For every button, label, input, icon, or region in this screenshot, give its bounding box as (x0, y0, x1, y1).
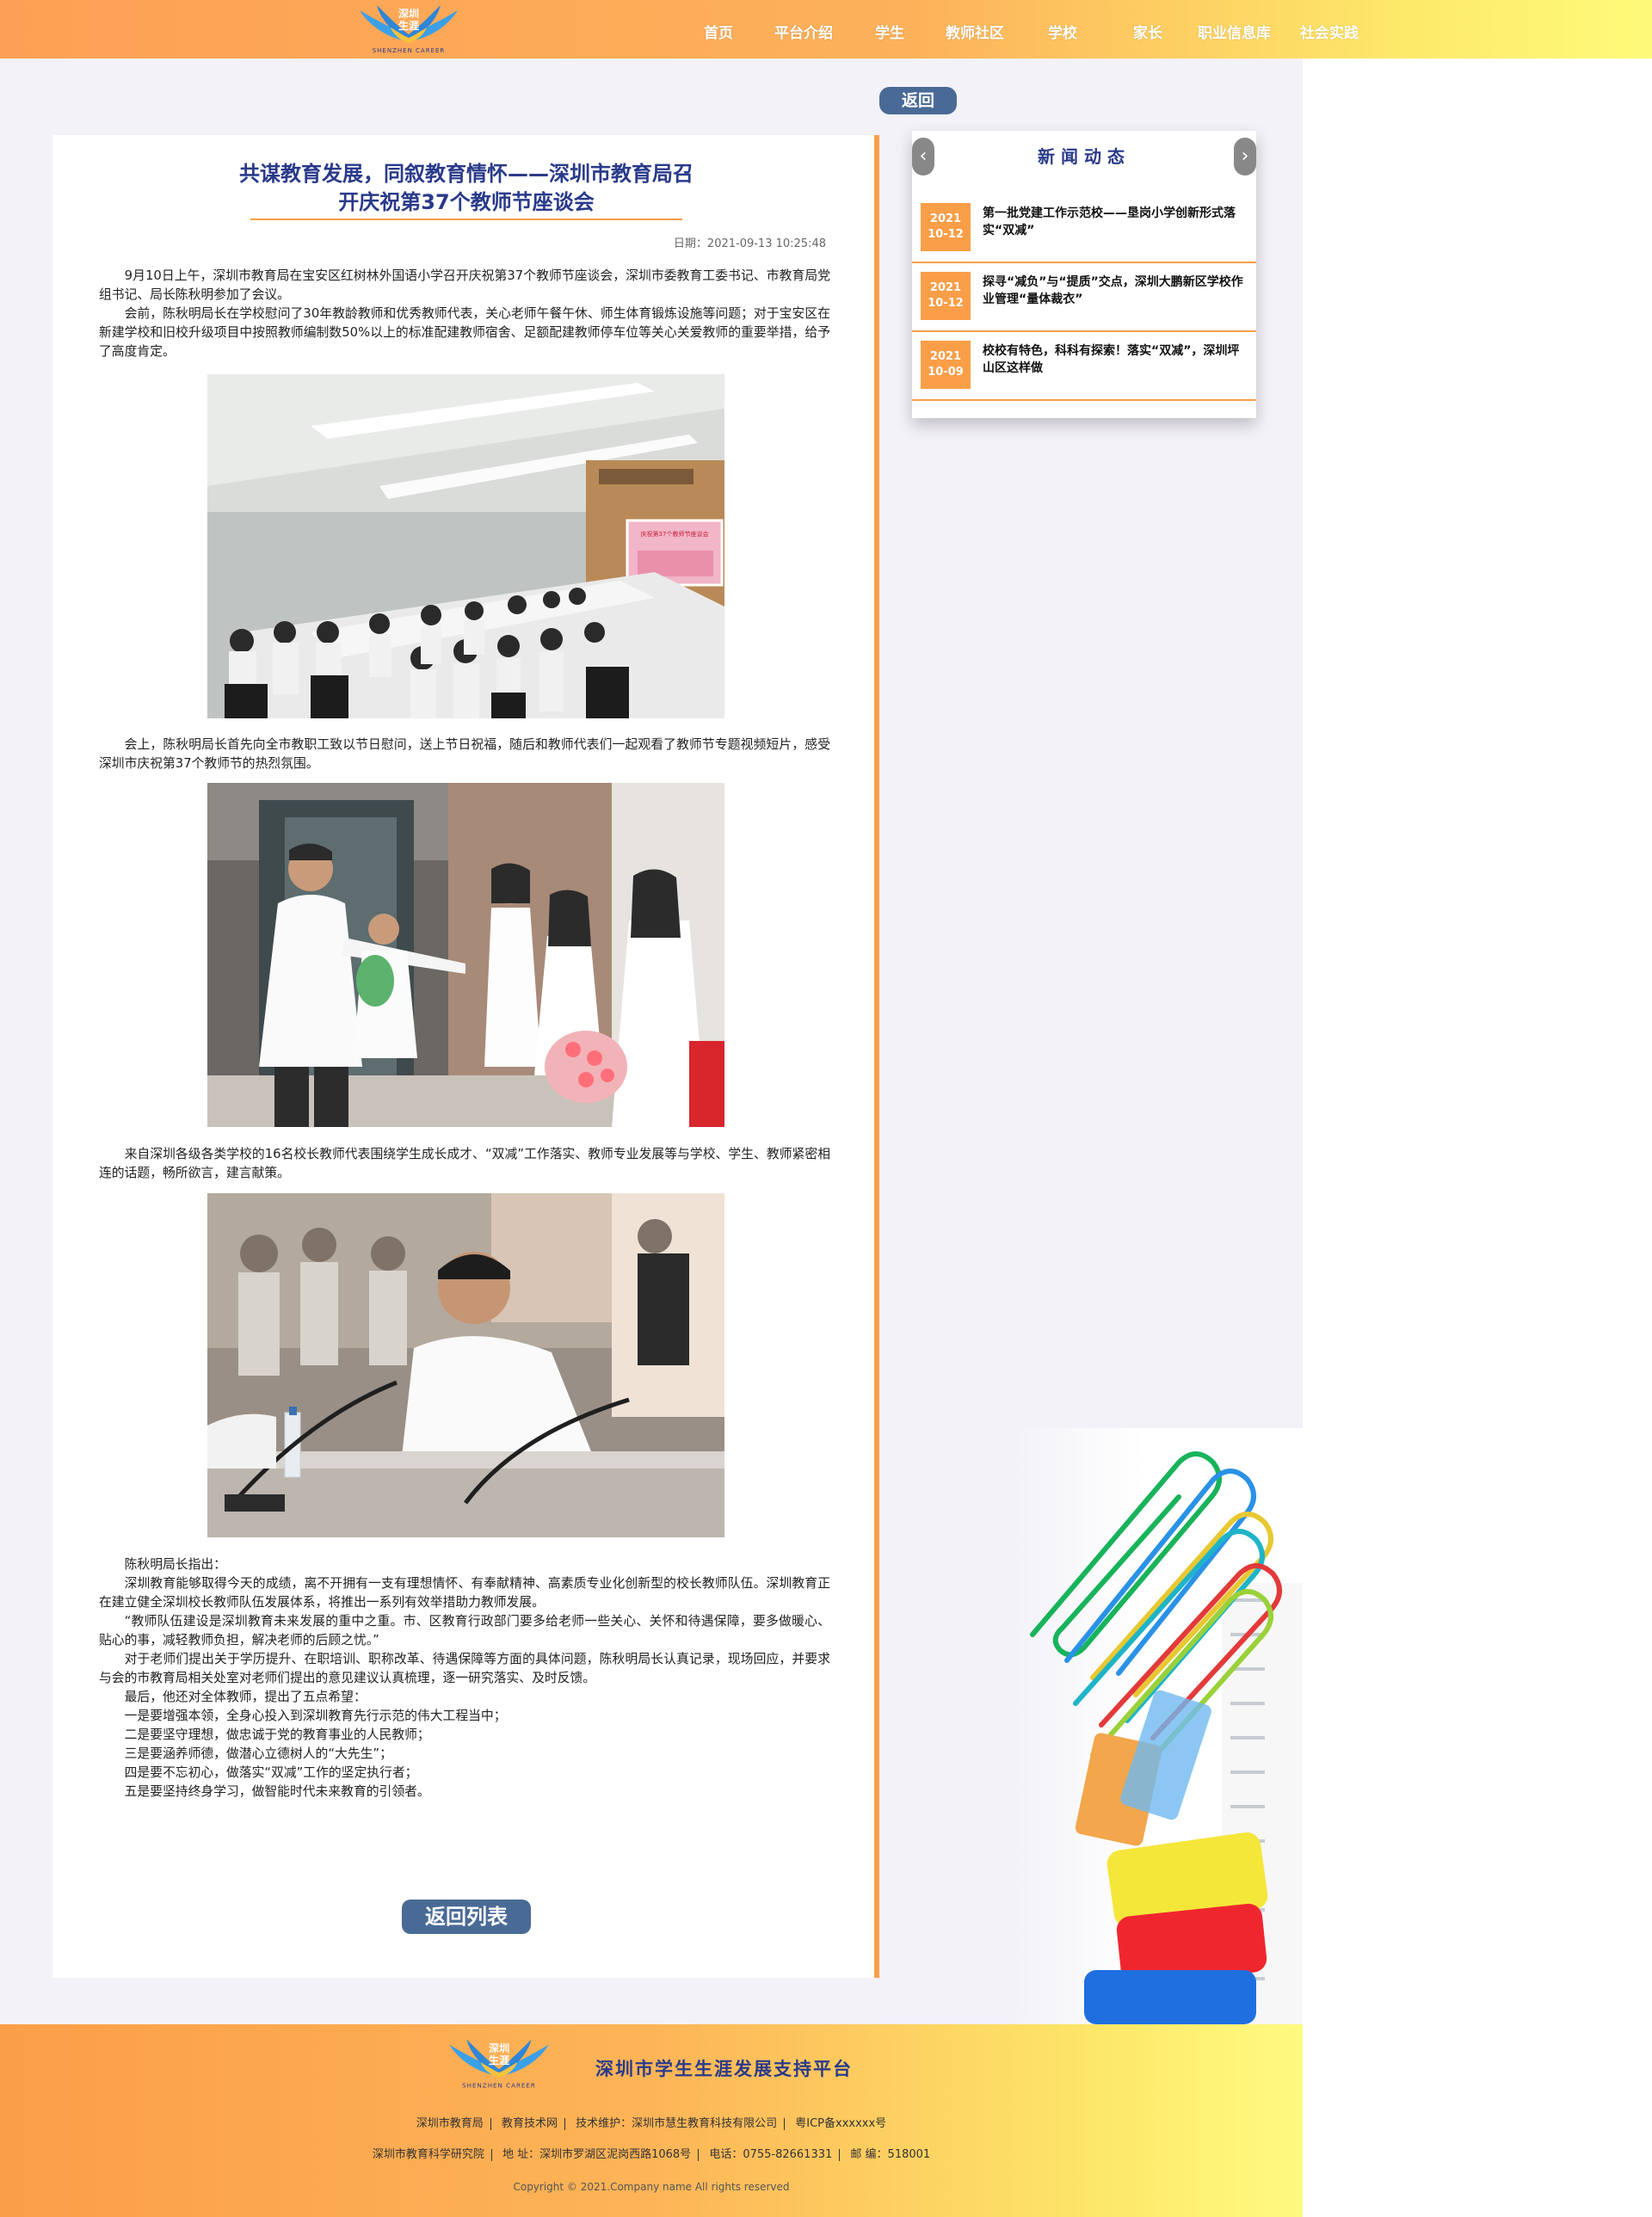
meeting-photo: 庆祝第37个教师节座谈会 (207, 374, 724, 718)
paragraph-text: 深圳教育能够取得今天的成绩，离不开拥有一支有理想情怀、有奉献精神、高素质专业化创… (99, 1576, 830, 1610)
nav-schools[interactable]: 学校 (1048, 21, 1077, 42)
news-year: 2021 (929, 350, 962, 363)
article-paragraph-1: 9月10日上午，深圳市教育局在宝安区红树林外国语小学召开庆祝第37个教师节座谈会… (99, 267, 830, 361)
article-paragraph-2: 会上，陈秋明局长首先向全市教职工致以节日慰问，送上节日祝福，随后和教师代表们一起… (99, 736, 830, 773)
footer-contact-row: 深圳市教育科学研究院 地 址：深圳市罗湖区泥岗西路1068号 电话：0755-8… (0, 2145, 1303, 2161)
news-headline: 校校有特色，科科有探索！落实“双减”，深圳坪山区这样做 (983, 344, 1240, 375)
news-month-day: 10-09 (928, 366, 964, 379)
site-footer: 深圳 生涯 SHENZHEN CAREER 深圳市学生生涯发展支持平台 深圳市教… (0, 2024, 1303, 2217)
top-navbar: 深圳 生涯 SHENZHEN CAREER 首页 平台介绍 学生 教师社区 学校… (0, 0, 1652, 59)
logo-subtitle: SHENZHEN CAREER (373, 47, 446, 54)
news-date-badge: 2021 10-12 (921, 272, 971, 320)
logo-text-2: 生涯 (398, 19, 419, 32)
separator (698, 2148, 700, 2161)
news-panel-title: 新闻动态 (1038, 146, 1131, 167)
news-panel: ‹ 新闻动态 › 2021 10-12 第一批党建工作示范校——垦岗小学创新形式… (912, 131, 1256, 418)
news-year: 2021 (929, 281, 962, 294)
separator (839, 2148, 841, 2161)
separator (490, 2117, 491, 2130)
news-item[interactable]: 2021 10-12 第一批党建工作示范校——垦岗小学创新形式落实“双减” (912, 193, 1256, 263)
footer-link[interactable]: 深圳市教育局 (416, 2117, 484, 2130)
paragraph-text: 最后，他还对全体教师，提出了五点希望： (124, 1690, 367, 1704)
paragraph-text: 对于老师们提出关于学历提升、在职培训、职称改革、待遇保障等方面的具体问题，陈秋明… (99, 1652, 830, 1685)
article-title-line2: 开庆祝第37个教师节座谈会 (338, 190, 595, 214)
nav-platform-intro[interactable]: 平台介绍 (774, 21, 833, 42)
paragraph-text: 会上，陈秋明局长首先向全市教职工致以节日慰问，送上节日祝福，随后和教师代表们一起… (99, 737, 830, 771)
news-month-day: 10-12 (928, 297, 964, 310)
nav-teacher-community[interactable]: 教师社区 (946, 21, 1004, 42)
news-year: 2021 (929, 212, 962, 225)
nav-home[interactable]: 首页 (704, 21, 733, 42)
footer-logo-subtitle: SHENZHEN CAREER (462, 2081, 536, 2089)
footer-phone: 电话：0755-82661331 (709, 2148, 833, 2161)
stationery-decoration (1015, 1428, 1303, 2024)
paragraph-text: 9月10日上午，深圳市教育局在宝安区红树林外国语小学召开庆祝第37个教师节座谈会… (99, 268, 830, 302)
article-title-line1: 共谋教育发展，同叙教育情怀——深圳市教育局召 (239, 162, 693, 186)
news-item[interactable]: 2021 10-12 探寻“减负”与“提质”交点，深圳大鹏新区学校作业管理“量体… (912, 262, 1256, 332)
footer-links-row: 深圳市教育局 教育技术网 技术维护：深圳市慧生教育科技有限公司 粤ICP备xxx… (0, 2114, 1303, 2130)
footer-icp[interactable]: 粤ICP备xxxxxx号 (795, 2117, 886, 2130)
paragraph-text: 会前，陈秋明局长在学校慰问了30年教龄教师和优秀教师代表，关心老师午餐午休、师生… (99, 306, 830, 359)
news-headline: 第一批党建工作示范校——垦岗小学创新形式落实“双减” (983, 206, 1236, 237)
footer-postcode: 邮 编：518001 (850, 2148, 931, 2161)
separator (490, 2148, 492, 2161)
paragraph-text: 来自深圳各级各类学校的16名校长教师代表围绕学生成长成才、“双减”工作落实、教师… (99, 1147, 830, 1180)
article-divider (874, 135, 879, 1978)
footer-link[interactable]: 教育技术网 (502, 2117, 558, 2130)
nav-students[interactable]: 学生 (875, 21, 904, 42)
paragraph-text: 五是要坚持终身学习，做智能时代未来教育的引领者。 (124, 1784, 430, 1799)
article-paragraph-3: 来自深圳各级各类学校的16名校长教师代表围绕学生成长成才、“双减”工作落实、教师… (99, 1145, 830, 1183)
news-date-badge: 2021 10-09 (921, 341, 971, 389)
news-month-day: 10-12 (928, 228, 964, 241)
copyright: Copyright © 2021.Company name All rights… (513, 2181, 790, 2193)
article-date: 日期：2021-09-13 10:25:48 (673, 237, 826, 250)
article-paragraph-4: 陈秋明局长指出： 深圳教育能够取得今天的成绩，离不开拥有一支有理想情怀、有奉献精… (99, 1555, 830, 1801)
screen-caption: 庆祝第37个教师节座谈会 (641, 530, 709, 538)
title-underline (250, 219, 682, 220)
return-list-button[interactable]: 返回列表 (402, 1900, 531, 1934)
article-title: 共谋教育发展，同叙教育情怀——深圳市教育局召 开庆祝第37个教师节座谈会 (200, 160, 733, 217)
footer-logo-text-1: 深圳 (489, 2041, 509, 2054)
footer-logo: 深圳 生涯 SHENZHEN CAREER (449, 2039, 549, 2089)
site-logo[interactable]: 深圳 生涯 SHENZHEN CAREER (351, 3, 466, 55)
paragraph-text: “教师队伍建设是深圳教育未来发展的重中之重。市、区教育行政部门要多给老师一些关心… (99, 1614, 830, 1647)
footer-text: 技术维护：深圳市慧生教育科技有限公司 (576, 2117, 778, 2130)
greeting-photo (207, 783, 724, 1127)
separator (784, 2117, 786, 2130)
platform-name: 深圳市学生生涯发展支持平台 (595, 2059, 853, 2079)
right-margin (1303, 0, 1652, 2217)
paragraph-text: 三是要涵养师德，做潜心立德树人的“大先生”； (124, 1746, 392, 1761)
nav-career-info[interactable]: 职业信息库 (1198, 21, 1271, 42)
separator (564, 2117, 565, 2130)
footer-address: 地 址：深圳市罗湖区泥岗西路1068号 (502, 2148, 692, 2161)
footer-org: 深圳市教育科学研究院 (372, 2148, 484, 2161)
news-headline: 探寻“减负”与“提质”交点，深圳大鹏新区学校作业管理“量体裁衣” (983, 275, 1243, 306)
nav-parents[interactable]: 家长 (1133, 21, 1162, 42)
news-date-badge: 2021 10-12 (921, 203, 971, 251)
news-item[interactable]: 2021 10-09 校校有特色，科科有探索！落实“双减”，深圳坪山区这样做 (912, 330, 1256, 401)
footer-logo-text-2: 生涯 (489, 2054, 509, 2066)
paragraph-text: 陈秋明局长指出： (124, 1557, 226, 1572)
paragraph-text: 四是要不忘初心，做落实“双减”工作的坚定执行者； (124, 1765, 418, 1780)
paragraph-text: 一是要增强本领，全身心投入到深圳教育先行示范的伟大工程当中； (124, 1709, 507, 1723)
back-button[interactable]: 返回 (879, 87, 957, 114)
logo-text-1: 深圳 (398, 7, 419, 20)
nav-social-practice[interactable]: 社会实践 (1300, 21, 1359, 42)
paragraph-text: 二是要坚守理想，做忠诚于党的教育事业的人民教师； (124, 1727, 430, 1742)
speech-photo (207, 1193, 724, 1537)
next-arrow-icon[interactable]: › (1234, 138, 1256, 176)
